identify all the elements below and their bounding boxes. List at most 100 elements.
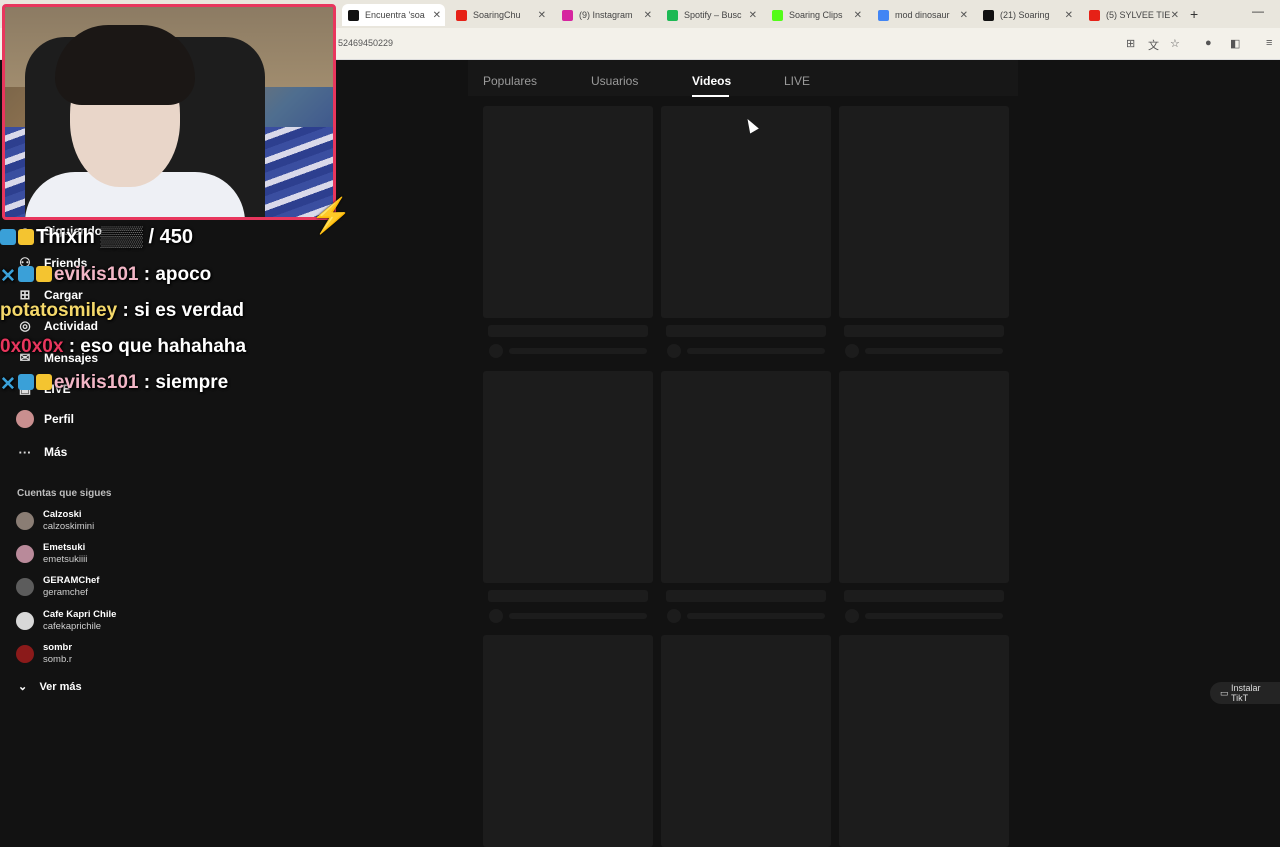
tab-title: (9) Instagram [579, 10, 633, 20]
avatar-placeholder [667, 344, 681, 358]
video-card-placeholder[interactable] [661, 635, 831, 847]
chat-username: 0x0x0x [0, 336, 64, 357]
tab-usuarios[interactable]: Usuarios [591, 74, 638, 88]
video-card-placeholder[interactable] [483, 106, 653, 318]
browser-tab[interactable]: Soaring Clips ✕ [766, 4, 866, 26]
close-icon[interactable]: ✕ [1065, 10, 1073, 21]
sword-badge-icon: ✕ [0, 266, 16, 287]
browser-tab[interactable]: (21) Soaring ✕ [977, 4, 1077, 26]
video-card-placeholder[interactable] [839, 371, 1009, 583]
chat-text: : eso que hahahaha [68, 336, 247, 357]
sword-badge-icon: ✕ [0, 374, 16, 395]
menu-icon[interactable]: ≡ [1266, 37, 1272, 49]
browser-tab[interactable]: Encuentra 'soa ✕ [342, 4, 445, 26]
chevron-down-icon: ⌄ [18, 681, 28, 693]
tab-populares[interactable]: Populares [483, 74, 537, 88]
account-handle: calzoskimini [43, 521, 95, 532]
caption-placeholder [666, 325, 826, 337]
tab-live[interactable]: LIVE [784, 74, 810, 88]
tab-favicon-icon [772, 9, 783, 21]
crown-badge-icon [35, 374, 52, 390]
sidebar-item-perfil[interactable]: Perfil [14, 408, 74, 430]
avatar-placeholder [489, 609, 503, 623]
tab-favicon-icon [456, 9, 467, 21]
tab-favicon-icon [1089, 9, 1100, 21]
new-tab-button[interactable]: + [1190, 6, 1198, 22]
tab-title: Soaring Clips [789, 10, 843, 20]
tab-title: SoaringChu [473, 10, 521, 20]
sidebar-item-label: Perfil [44, 412, 75, 426]
translate-icon[interactable]: 文 [1148, 37, 1159, 53]
account-handle: emetsukiiii [43, 554, 88, 565]
webcam-overlay [2, 4, 336, 220]
video-card-placeholder[interactable] [483, 635, 653, 847]
extensions-puzzle-icon[interactable]: ◧ [1230, 37, 1240, 50]
tab-videos[interactable]: Videos [692, 74, 731, 88]
browser-tab[interactable]: (9) Instagram ✕ [556, 4, 656, 26]
gem-badge-icon [17, 374, 34, 390]
tab-favicon-icon [983, 9, 994, 21]
account-handle: cafekaprichile [43, 621, 102, 632]
search-tabs [468, 60, 1018, 96]
goal-count: / 450 [148, 226, 193, 248]
close-icon[interactable]: ✕ [433, 10, 441, 21]
author-placeholder [687, 348, 825, 354]
chat-text: : si es verdad [122, 300, 244, 321]
goal-counter: Thixih ▒▒▒ / 450 [0, 226, 193, 249]
browser-tab[interactable]: (5) SYLVEE TIE ✕ [1083, 4, 1183, 26]
account-name: GERAMChef [43, 575, 100, 586]
chat-username: evikis101 [53, 264, 139, 285]
author-placeholder [865, 613, 1003, 619]
ver-mas-label: Ver más [39, 681, 82, 693]
lightning-bolt-icon: ⚡ [310, 197, 353, 235]
tab-title: (5) SYLVEE TIE [1106, 10, 1171, 20]
followed-account[interactable]: Calzoski calzoskimini [16, 509, 94, 533]
close-icon[interactable]: ✕ [1171, 10, 1179, 21]
followed-account[interactable]: sombr somb.r [16, 642, 72, 666]
author-placeholder [509, 613, 647, 619]
avatar [16, 578, 34, 596]
install-app-button[interactable]: ▭ Instalar TikT [1210, 682, 1280, 704]
followed-account[interactable]: GERAMChef geramchef [16, 575, 99, 599]
url-text[interactable]: 52469450229 [338, 38, 393, 48]
webcam-person-hair [55, 25, 195, 105]
caption-placeholder [488, 325, 648, 337]
sidebar-item-ms[interactable]: ··· Más [14, 441, 68, 463]
caption-placeholder [488, 590, 648, 602]
avatar [16, 545, 34, 563]
followed-account[interactable]: Emetsuki emetsukiiii [16, 542, 87, 566]
close-icon[interactable]: ✕ [644, 10, 652, 21]
video-card-placeholder[interactable] [483, 371, 653, 583]
tab-favicon-icon [667, 9, 678, 21]
crown-badge-icon [18, 229, 34, 245]
close-icon[interactable]: ✕ [960, 10, 968, 21]
author-placeholder [687, 613, 825, 619]
extension-icon[interactable]: ● [1205, 37, 1212, 49]
install-app-icon[interactable]: ⊞ [1126, 37, 1135, 50]
minimize-button[interactable]: — [1252, 4, 1264, 18]
browser-tab[interactable]: Spotify – Busc ✕ [661, 4, 761, 26]
goal-user: Thixih [36, 226, 95, 248]
close-icon[interactable]: ✕ [854, 10, 862, 21]
browser-tab[interactable]: SoaringChu ✕ [450, 4, 550, 26]
video-card-placeholder[interactable] [661, 371, 831, 583]
avatar [16, 645, 34, 663]
video-card-placeholder[interactable] [839, 635, 1009, 847]
bookmark-star-icon[interactable]: ☆ [1170, 37, 1180, 50]
browser-tab[interactable]: mod dinosaur ✕ [872, 4, 972, 26]
video-card-placeholder[interactable] [839, 106, 1009, 318]
chat-message: ✕ evikis101 : apoco [0, 264, 211, 287]
avatar-placeholder [845, 609, 859, 623]
close-icon[interactable]: ✕ [749, 10, 757, 21]
account-name: Calzoski [43, 509, 82, 520]
chat-username: potatosmiley [0, 300, 118, 321]
ver-mas-button[interactable]: ⌄ Ver más [18, 680, 82, 693]
tab-title: (21) Soaring [1000, 10, 1050, 20]
followed-account[interactable]: Cafe Kapri Chile cafekaprichile [16, 609, 116, 633]
close-icon[interactable]: ✕ [538, 10, 546, 21]
tab-favicon-icon [562, 9, 573, 21]
caption-placeholder [666, 590, 826, 602]
video-card-placeholder[interactable] [661, 106, 831, 318]
chat-text: : siempre [143, 372, 229, 393]
desktop-icon: ▭ [1220, 687, 1232, 698]
